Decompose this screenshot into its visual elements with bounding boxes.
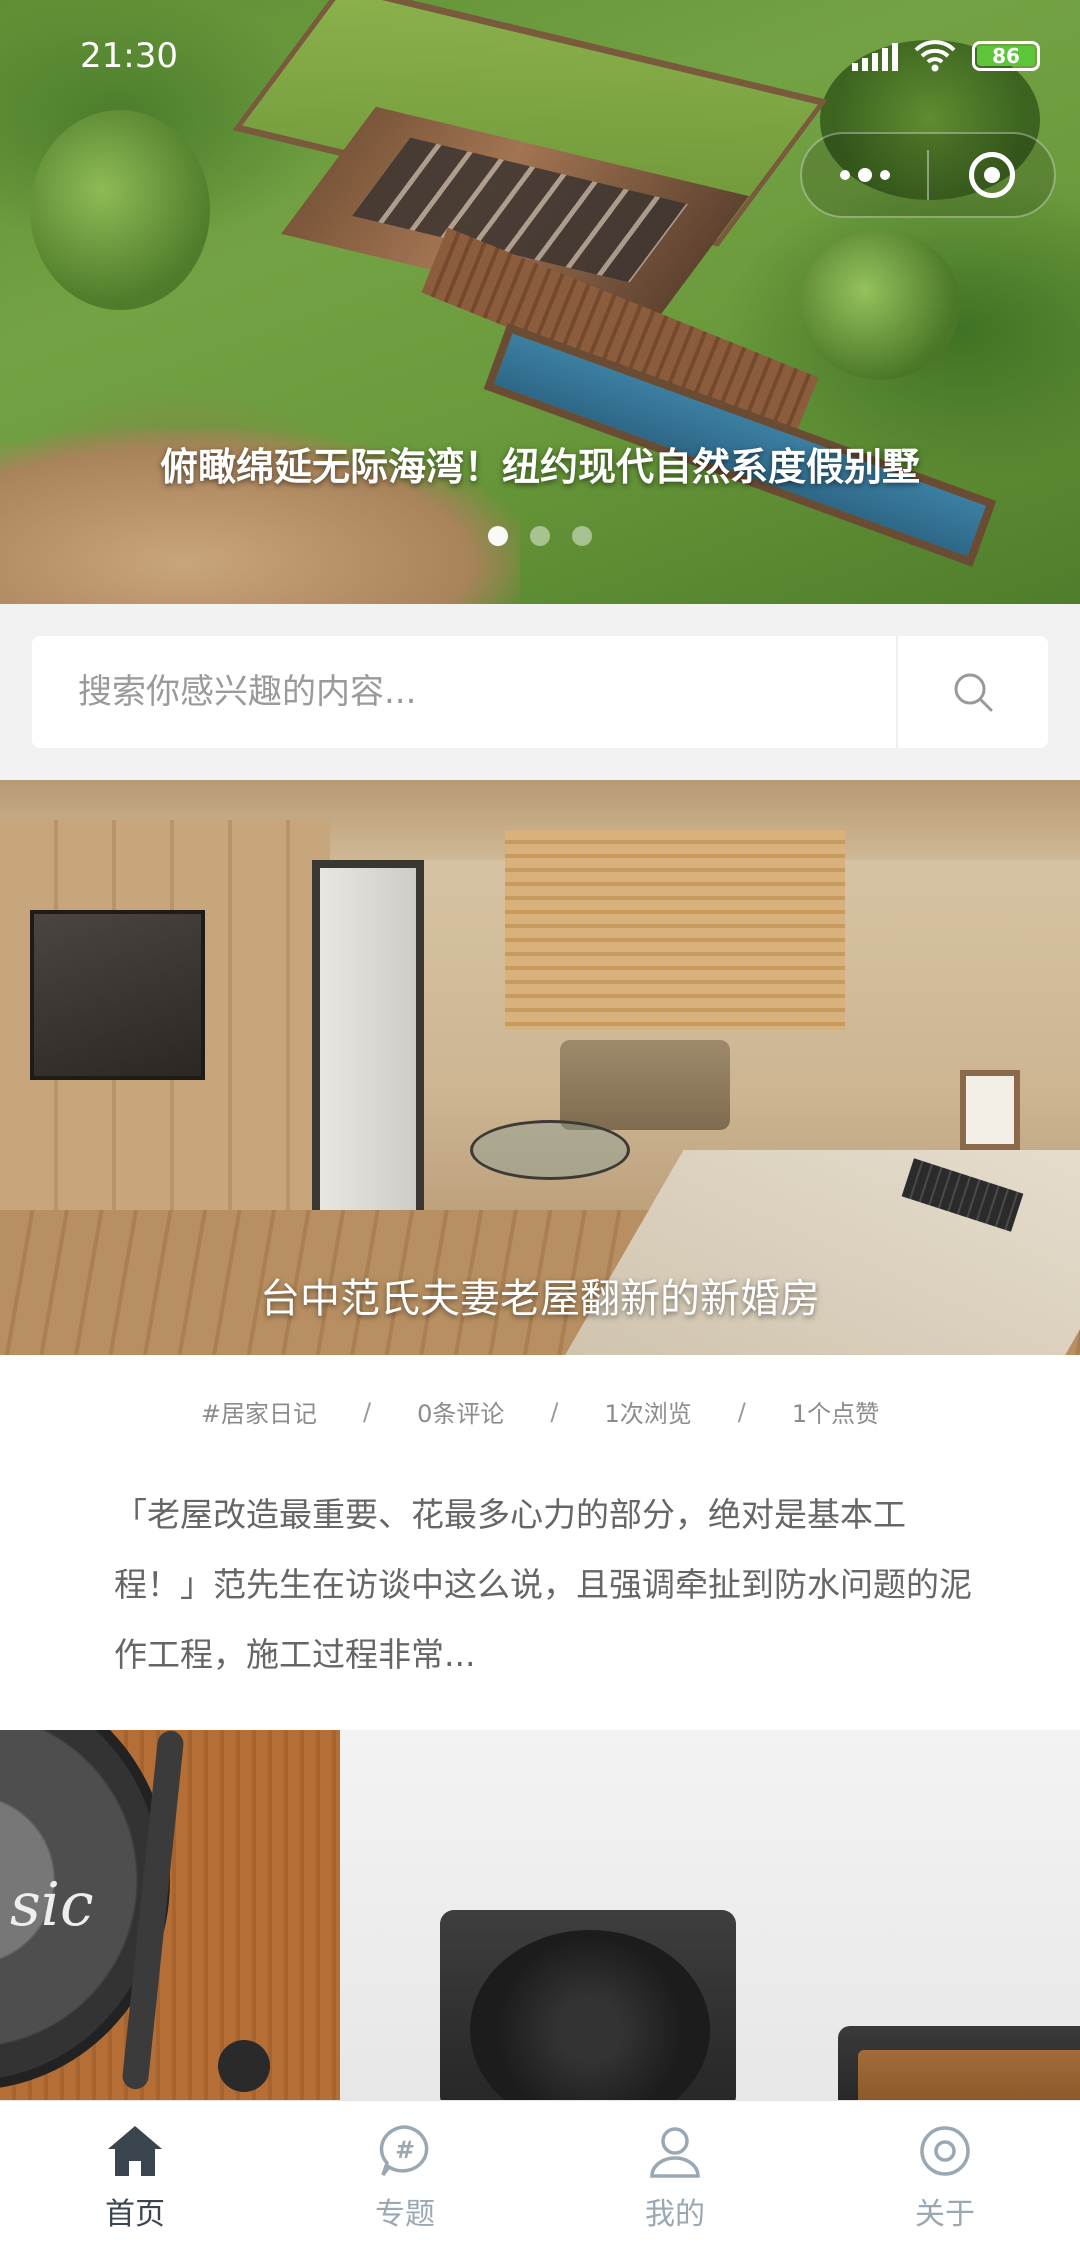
status-icons: 86: [852, 40, 1040, 72]
tab-about[interactable]: 关于: [810, 2101, 1080, 2248]
hero-caption: 俯瞰绵延无际海湾！纽约现代自然系度假别墅: [159, 445, 920, 489]
topic-icon: #: [375, 2121, 435, 2181]
cover-sofa: [560, 1040, 730, 1130]
tab-home-label: 首页: [105, 2197, 165, 2232]
cover-blinds: [505, 830, 845, 1030]
hero-image-tree: [30, 110, 210, 310]
cover-desk: [556, 1150, 1080, 1355]
meta-separator: /: [362, 1397, 372, 1426]
article-excerpt: 「老屋改造最重要、花最多心力的部分，绝对是基本工程！」范先生在访谈中这么说，且强…: [114, 1495, 972, 1674]
article-cover-image[interactable]: 台中范氏夫妻老屋翻新的新婚房: [0, 780, 1080, 1355]
article-likes: 1个点赞: [791, 1400, 880, 1428]
cover-knob: [218, 2040, 270, 2092]
tab-topic[interactable]: # 专题: [270, 2101, 540, 2248]
article-category[interactable]: #居家日记: [201, 1394, 317, 1429]
about-icon: [915, 2121, 975, 2181]
home-icon: [105, 2121, 165, 2181]
search-bar: [32, 636, 1048, 748]
cover-table: [470, 1120, 630, 1180]
miniprogram-capsule: [800, 132, 1056, 218]
wifi-icon: [914, 40, 956, 72]
article-card[interactable]: 台中范氏夫妻老屋翻新的新婚房 #居家日记 / 0条评论 / 1次浏览 / 1个点…: [0, 780, 1080, 1730]
user-icon: [645, 2121, 705, 2181]
more-dots-icon: [839, 168, 890, 182]
svg-text:#: #: [395, 2136, 415, 2164]
tab-bar: 首页 # 专题 我的 关于: [0, 2100, 1080, 2248]
carousel-indicator: [0, 526, 1080, 546]
article-card[interactable]: sic: [0, 1730, 1080, 2100]
search-input[interactable]: [32, 636, 896, 748]
battery-level: 86: [992, 44, 1020, 68]
meta-separator: /: [550, 1397, 559, 1426]
status-bar: 21:30 86: [0, 0, 1080, 120]
close-button[interactable]: [929, 134, 1054, 216]
tab-mine[interactable]: 我的: [540, 2101, 810, 2248]
tab-topic-label: 专题: [375, 2197, 435, 2232]
carousel-dot[interactable]: [488, 526, 508, 546]
article-comments: 0条评论: [417, 1400, 505, 1428]
tab-home[interactable]: 首页: [0, 2101, 270, 2248]
more-button[interactable]: [802, 134, 927, 216]
article-meta: #居家日记 / 0条评论 / 1次浏览 / 1个点赞: [0, 1394, 1080, 1429]
status-time: 21:30: [80, 36, 178, 76]
tab-about-label: 关于: [915, 2197, 975, 2232]
search-button[interactable]: [896, 636, 1048, 748]
carousel-dot[interactable]: [572, 526, 592, 546]
cover-tv: [30, 910, 205, 1080]
hero-image-tree: [800, 230, 960, 380]
tab-mine-label: 我的: [645, 2197, 705, 2232]
cover-device-panel: [858, 2050, 1080, 2100]
carousel-dot[interactable]: [530, 526, 550, 546]
article-title: 台中范氏夫妻老屋翻新的新婚房: [260, 1276, 820, 1322]
cover-frame: [960, 1070, 1020, 1150]
search-icon: [954, 673, 993, 712]
signal-icon: [852, 41, 898, 71]
cover-door: [312, 860, 424, 1220]
article-views: 1次浏览: [604, 1400, 692, 1428]
close-target-icon: [968, 152, 1015, 198]
battery-icon: 86: [972, 41, 1040, 71]
meta-separator: /: [737, 1397, 746, 1426]
cover-record-label: sic: [10, 1870, 94, 1940]
